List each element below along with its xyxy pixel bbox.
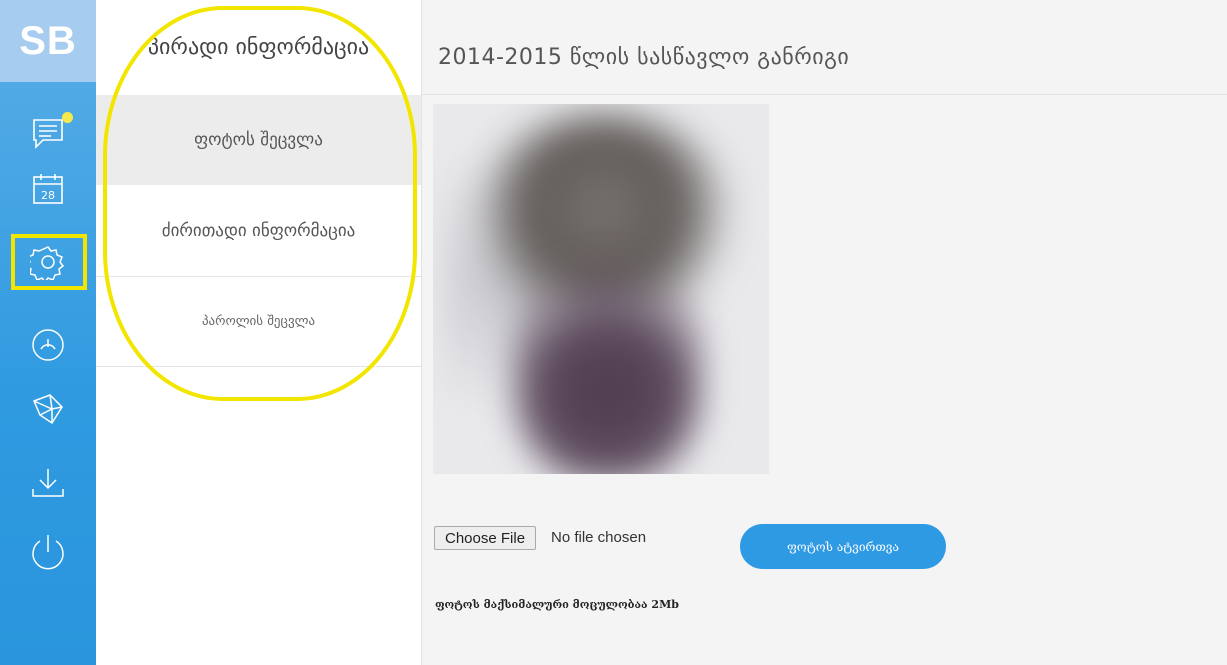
messages-icon[interactable] bbox=[0, 108, 96, 158]
max-size-note: ფოტოს მაქსიმალური მოცულობაა 2Mb bbox=[435, 598, 679, 611]
menu-change-password[interactable]: პაროლის შეცვლა bbox=[96, 277, 421, 367]
power-icon[interactable] bbox=[0, 527, 96, 577]
profile-photo bbox=[433, 104, 769, 474]
menu-change-photo[interactable]: ფოტოს შეცვლა bbox=[96, 95, 421, 185]
menu-main-info[interactable]: ძირითადი ინფორმაცია bbox=[96, 185, 421, 277]
upload-photo-button[interactable]: ფოტოს ატვირთვა bbox=[740, 524, 946, 569]
file-status-text: No file chosen bbox=[551, 529, 647, 546]
calendar-day: 28 bbox=[41, 189, 55, 202]
app-logo[interactable]: SB bbox=[0, 0, 96, 82]
page-header: 2014-2015 წლის სასწავლო განრიგი bbox=[422, 0, 1227, 95]
choose-file-button[interactable]: Choose File bbox=[434, 526, 537, 550]
settings-highlight-box bbox=[11, 234, 87, 290]
main-content: 2014-2015 წლის სასწავლო განრიგი Choose F… bbox=[421, 0, 1227, 665]
menu-personal-info[interactable]: პირადი ინფორმაცია bbox=[96, 0, 421, 95]
icon-rail: SB 28 bbox=[0, 0, 96, 665]
calendar-icon[interactable]: 28 bbox=[0, 164, 96, 214]
dashboard-gauge-icon[interactable] bbox=[0, 320, 96, 370]
download-icon[interactable] bbox=[0, 458, 96, 508]
origami-icon[interactable] bbox=[0, 384, 96, 434]
profile-submenu: პირადი ინფორმაცია ფოტოს შეცვლა ძირითადი … bbox=[96, 0, 421, 665]
notification-dot bbox=[62, 112, 73, 123]
page-title: 2014-2015 წლის სასწავლო განრიგი bbox=[438, 45, 850, 70]
